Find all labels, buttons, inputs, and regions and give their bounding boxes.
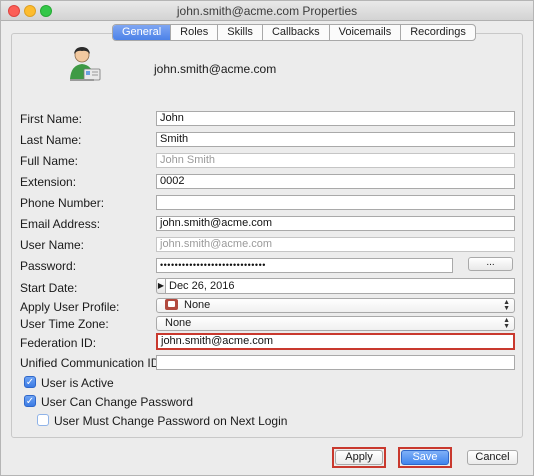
password-label: Password: [20, 259, 77, 273]
tab-roles[interactable]: Roles [171, 25, 219, 40]
apply-user-profile-value: None [184, 299, 211, 311]
phone-number-label: Phone Number: [20, 196, 105, 210]
start-date-label: Start Date: [20, 281, 78, 295]
full-name-label: Full Name: [20, 154, 79, 168]
first-name-field[interactable]: John [156, 111, 515, 126]
date-picker-arrow-icon[interactable]: ▶ [156, 278, 166, 294]
profile-icon [165, 299, 178, 310]
apply-user-profile-label: Apply User Profile: [20, 300, 120, 314]
unified-communication-id-field[interactable] [156, 355, 515, 370]
start-date-field[interactable]: Dec 26, 2016 [166, 278, 515, 294]
apply-user-profile-select[interactable]: None ▲ ▼ [156, 298, 515, 313]
tab-skills[interactable]: Skills [218, 25, 263, 40]
window-title: john.smith@acme.com Properties [176, 4, 358, 18]
apply-button[interactable]: Apply [335, 450, 383, 465]
password-edit-button[interactable]: ... [468, 257, 513, 271]
title-bar: john.smith@acme.com Properties [1, 1, 533, 21]
properties-window: john.smith@acme.com Properties General R… [0, 0, 534, 476]
tab-voicemails[interactable]: Voicemails [330, 25, 402, 40]
user-can-change-password-label: User Can Change Password [41, 395, 194, 409]
federation-id-field[interactable]: john.smith@acme.com [156, 333, 515, 350]
save-button[interactable]: Save [401, 450, 449, 465]
tab-recordings[interactable]: Recordings [401, 25, 475, 40]
unified-communication-id-label: Unified Communication ID: [20, 356, 163, 370]
select-arrows-icon: ▲ ▼ [503, 317, 510, 330]
last-name-label: Last Name: [20, 133, 82, 147]
user-is-active-label: User is Active [41, 376, 114, 390]
cancel-button[interactable]: Cancel [467, 450, 518, 465]
user-name-field: john.smith@acme.com [156, 237, 515, 252]
user-must-change-password-checkbox[interactable] [37, 414, 49, 426]
federation-id-label: Federation ID: [20, 336, 97, 350]
extension-label: Extension: [20, 175, 77, 189]
full-name-field: John Smith [156, 153, 515, 168]
extension-field[interactable]: 0002 [156, 174, 515, 189]
first-name-label: First Name: [20, 112, 83, 126]
select-arrows-icon: ▲ ▼ [503, 299, 510, 312]
user-time-zone-value: None [165, 317, 192, 329]
tab-callbacks[interactable]: Callbacks [263, 25, 330, 40]
tab-general[interactable]: General [113, 25, 172, 40]
email-address-field[interactable]: john.smith@acme.com [156, 216, 515, 231]
tab-bar: General Roles Skills Callbacks Voicemail… [112, 24, 476, 41]
password-field[interactable]: ••••••••••••••••••••••••••••• [156, 258, 453, 273]
user-name-label: User Name: [20, 238, 85, 252]
user-time-zone-select[interactable]: None ▲ ▼ [156, 316, 515, 331]
email-address-label: Email Address: [20, 217, 101, 231]
user-must-change-password-label: User Must Change Password on Next Login [54, 414, 288, 428]
user-can-change-password-checkbox[interactable]: ✓ [24, 395, 36, 407]
phone-number-field[interactable] [156, 195, 515, 210]
last-name-field[interactable]: Smith [156, 132, 515, 147]
header-email: john.smith@acme.com [154, 62, 277, 76]
user-avatar-icon [70, 47, 101, 81]
user-time-zone-label: User Time Zone: [20, 317, 109, 331]
user-is-active-checkbox[interactable]: ✓ [24, 376, 36, 388]
